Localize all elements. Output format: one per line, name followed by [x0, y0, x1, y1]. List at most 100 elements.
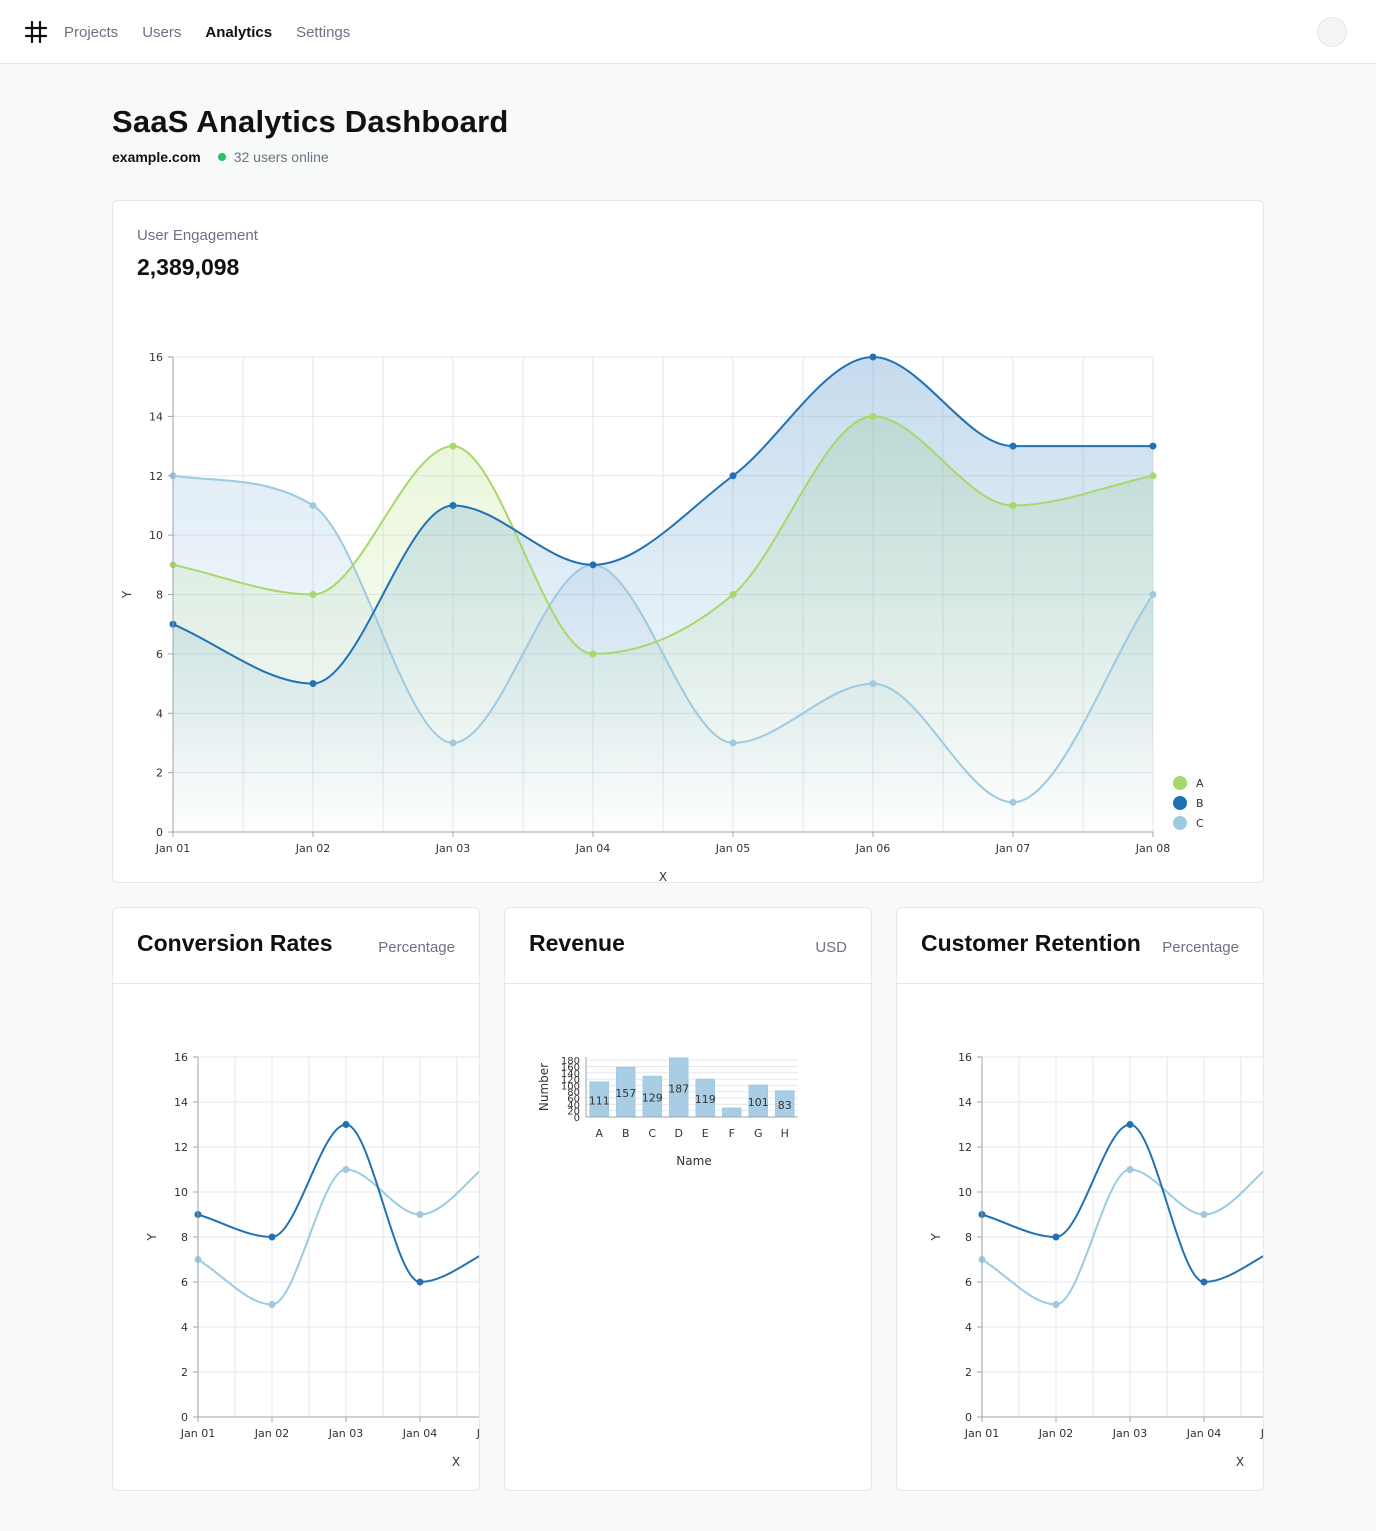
bar-value-label: 129 — [642, 1092, 663, 1105]
grid — [981, 1056, 1263, 1418]
x-tick-label: Jan 04 — [575, 842, 610, 855]
x-axis-title: X — [1236, 1455, 1244, 1469]
nav-link-settings[interactable]: Settings — [296, 24, 350, 41]
nav-link-projects[interactable]: Projects — [64, 24, 118, 41]
online-status-dot — [217, 153, 226, 161]
bar-value-label: 83 — [778, 1099, 792, 1112]
series-A-point — [1149, 472, 1157, 480]
series-2-point — [342, 1166, 350, 1173]
series-1-line — [981, 1123, 1263, 1284]
revenue-card: Revenue USD 111 A 157 B 129 C 187 D 119 E F 101 G 83 H… — [504, 907, 872, 1491]
x-tick-label: Jan 02 — [1038, 1427, 1073, 1440]
bar-value-label: 101 — [748, 1096, 769, 1109]
engagement-chart: 0 2 4 6 8 10 12 14 16 Jan 01 Jan 02 Jan 03 Jan 04 Jan… — [120, 351, 1204, 883]
nav-link-users[interactable]: Users — [142, 24, 181, 41]
series-1-point — [1200, 1278, 1208, 1286]
hash-icon[interactable] — [24, 20, 48, 44]
series-2-point — [1126, 1166, 1134, 1173]
site-domain[interactable]: example.com — [112, 149, 201, 165]
y-tick-label: 12 — [149, 470, 163, 483]
series-C-point — [309, 501, 317, 509]
y-tick-label: 16 — [958, 1051, 972, 1064]
legend-label-C: C — [1196, 817, 1204, 830]
conversion-card: Conversion Rates Percentage 0 2 4 6 8 10 12 14 1… — [112, 907, 480, 1491]
y-axis-title: Y — [929, 1233, 943, 1242]
x-tick-label: Jan 05 — [1260, 1427, 1264, 1440]
series-B-point — [869, 353, 877, 361]
x-tick-label: Jan 03 — [1112, 1427, 1147, 1440]
series-C-point — [729, 739, 737, 747]
x-tick-label: Jan 07 — [995, 842, 1030, 855]
top-nav: Projects Users Analytics Settings — [0, 0, 1376, 64]
series-C-point — [449, 739, 457, 747]
y-tick-label: 0 — [181, 1411, 188, 1424]
series-A-point — [729, 591, 737, 598]
y-tick-label: 12 — [174, 1141, 188, 1154]
y-tick-label: 6 — [156, 648, 163, 661]
x-tick-label: G — [754, 1127, 763, 1140]
series-C-point — [1009, 798, 1017, 806]
x-tick-label: C — [648, 1127, 656, 1140]
y-tick-label: 14 — [174, 1096, 188, 1109]
series-1-point — [1126, 1121, 1134, 1128]
engagement-card: User Engagement 2,389,098 0 2 4 6 8 10 12 14 16 J… — [112, 200, 1264, 883]
series-2-point — [1200, 1211, 1208, 1218]
page-subtitle: example.com 32 users online — [112, 149, 329, 165]
y-tick-label: 4 — [181, 1321, 188, 1334]
x-tick-label: Jan 02 — [295, 842, 330, 855]
y-tick-label: 2 — [156, 767, 163, 780]
y-tick-label: 16 — [174, 1051, 188, 1064]
series-B-point — [1149, 442, 1157, 450]
y-tick-label: 10 — [174, 1186, 188, 1199]
x-axis-title: X — [452, 1455, 460, 1469]
y-tick-label: 2 — [965, 1366, 972, 1379]
x-tick-label: B — [622, 1127, 630, 1140]
y-tick-label: 14 — [958, 1096, 972, 1109]
y-tick-label: 8 — [156, 589, 163, 602]
y-tick-label: 16 — [149, 351, 163, 364]
series-1-point — [416, 1278, 424, 1286]
series-2-point — [1052, 1301, 1060, 1308]
nav-link-analytics[interactable]: Analytics — [205, 24, 272, 41]
series-B-point — [1009, 442, 1017, 450]
legend-swatch-C — [1173, 816, 1187, 830]
retention-chart: 0 2 4 6 8 10 12 14 16 Jan 01 Jan 02 Jan 03 Jan 04 Jan… — [929, 1051, 1264, 1469]
y-axis-title: Y — [120, 590, 134, 599]
x-tick-label: H — [781, 1127, 789, 1140]
x-tick-label: Jan 03 — [328, 1427, 363, 1440]
bar-value-label: 119 — [695, 1093, 716, 1106]
y-tick-label: 10 — [149, 529, 163, 542]
legend-swatch-A — [1173, 776, 1187, 790]
series-B-point — [309, 680, 317, 688]
legend-label-A: A — [1196, 777, 1204, 790]
grid — [197, 1056, 479, 1418]
x-tick-label: Jan 04 — [1186, 1427, 1221, 1440]
y-tick-label: 6 — [181, 1276, 188, 1289]
series-2-point — [416, 1211, 424, 1218]
series-A-point — [589, 650, 597, 658]
x-tick-label: F — [729, 1127, 735, 1140]
y-tick-label: 0 — [156, 826, 163, 839]
series-A-point — [1009, 501, 1017, 509]
nav-links: Projects Users Analytics Settings — [64, 0, 350, 64]
x-axis-title: X — [659, 870, 667, 883]
y-tick-label: 0 — [965, 1411, 972, 1424]
y-axis-title: Number — [537, 1063, 551, 1111]
legend: ABC — [1173, 776, 1204, 830]
x-tick-label: Jan 01 — [180, 1427, 215, 1440]
x-tick-label: Jan 05 — [715, 842, 750, 855]
page-title: SaaS Analytics Dashboard — [112, 104, 509, 139]
x-tick-label: E — [702, 1127, 709, 1140]
avatar[interactable] — [1317, 17, 1347, 47]
conversion-chart: 0 2 4 6 8 10 12 14 16 Jan 01 Jan 02 Jan 03 Jan 04 Jan… — [145, 1051, 479, 1469]
x-tick-label: Jan 03 — [435, 842, 470, 855]
y-tick-label: 8 — [965, 1231, 972, 1244]
x-tick-label: Jan 04 — [402, 1427, 437, 1440]
y-tick-label: 8 — [181, 1231, 188, 1244]
x-tick-label: Jan 02 — [254, 1427, 289, 1440]
x-tick-label: Jan 06 — [855, 842, 890, 855]
retention-card: Customer Retention Percentage 0 2 4 6 8 10 12 1… — [896, 907, 1264, 1491]
y-tick-label: 10 — [958, 1186, 972, 1199]
bar-value-label: 157 — [615, 1087, 636, 1100]
series-B-point — [589, 561, 597, 569]
